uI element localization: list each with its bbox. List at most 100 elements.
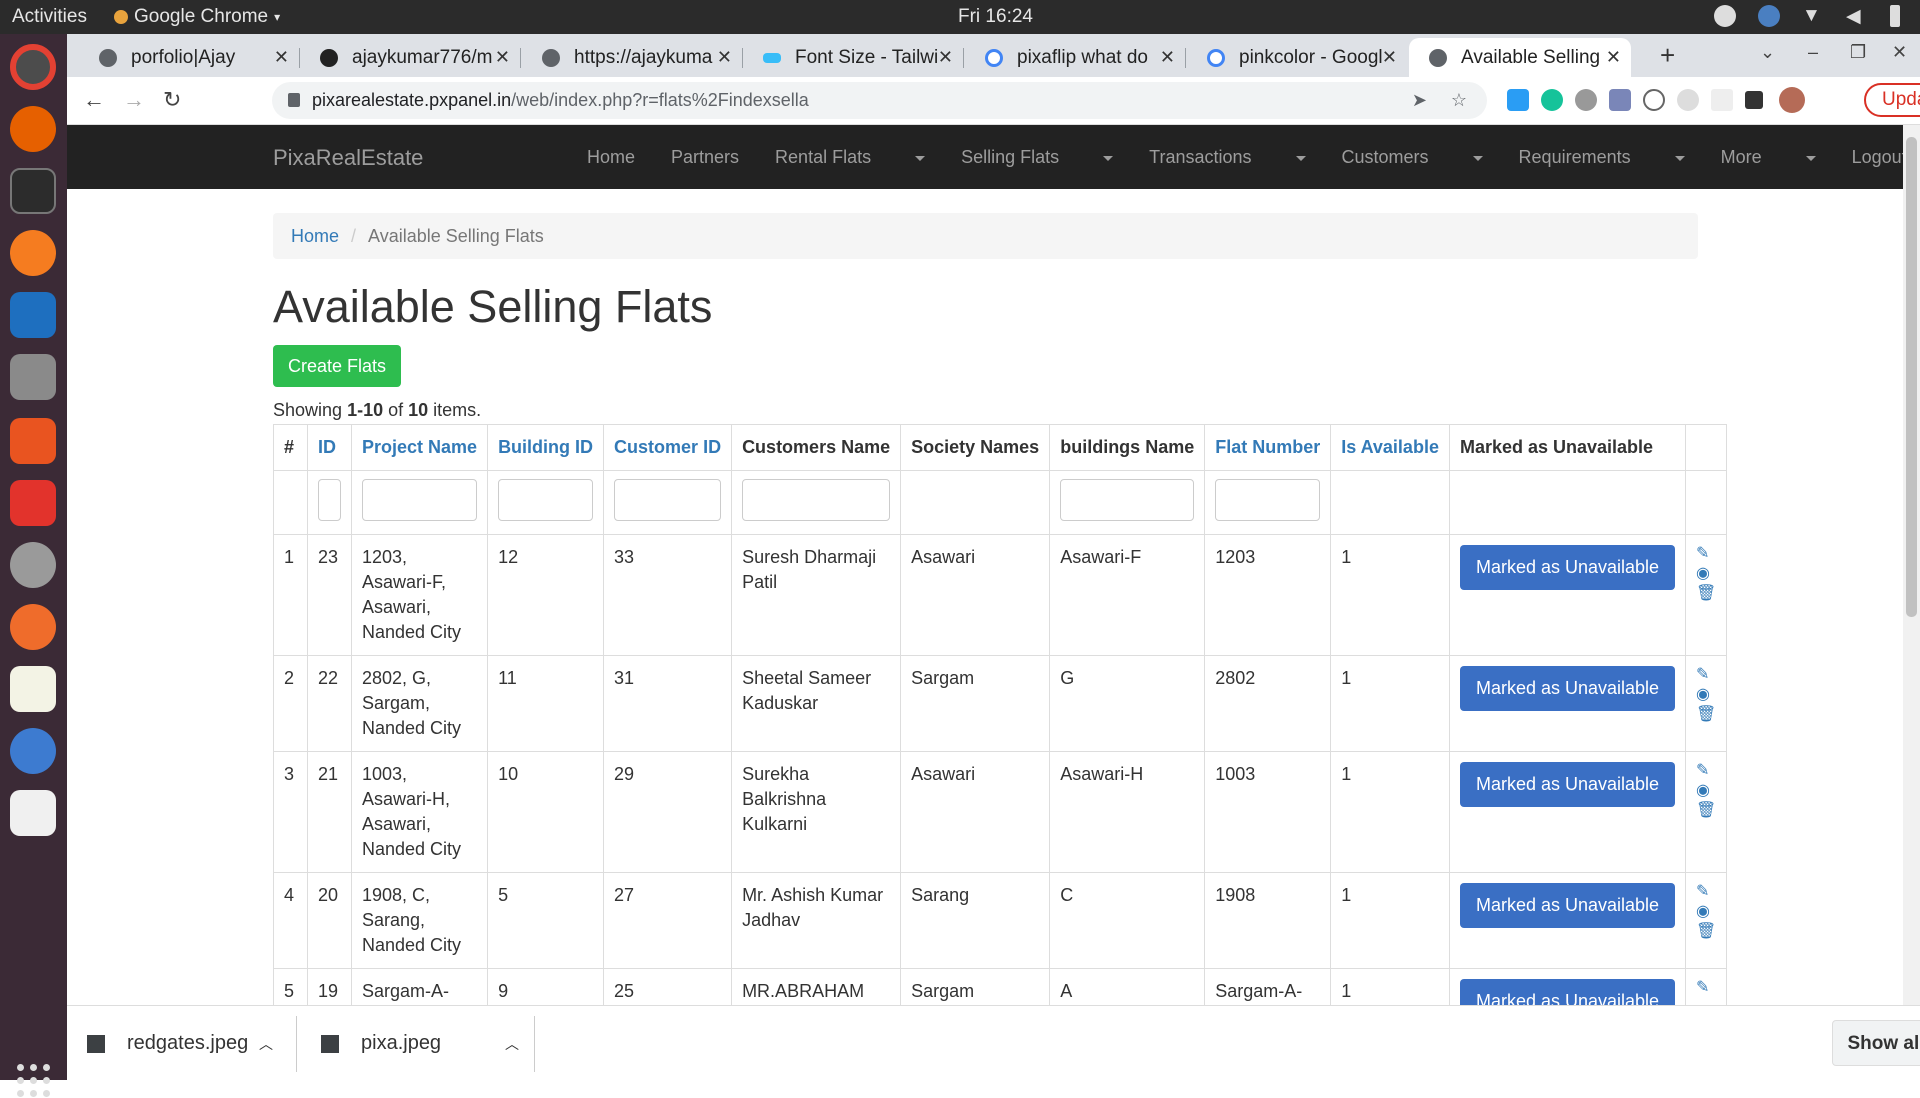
- trash-icon[interactable]: 🗑: [1696, 802, 1716, 819]
- page-scrollbar[interactable]: [1903, 125, 1920, 1005]
- pencil-icon[interactable]: ✎: [1696, 762, 1716, 779]
- tab[interactable]: porfolio|Ajay ✕: [79, 38, 300, 77]
- trash-icon[interactable]: 🗑: [1696, 585, 1716, 602]
- nav-partners[interactable]: Partners: [671, 147, 739, 168]
- chevron-up-icon[interactable]: ︿: [505, 1034, 519, 1054]
- col-header-customer-id[interactable]: Customer ID: [603, 424, 733, 471]
- trash-icon[interactable]: 🗑: [1696, 923, 1716, 940]
- create-flats-button[interactable]: Create Flats: [273, 345, 401, 387]
- vscode-dock-icon[interactable]: [10, 292, 56, 338]
- filter-customers-name-input[interactable]: [742, 479, 891, 521]
- filter-flat-number-input[interactable]: [1215, 479, 1321, 521]
- show-all-button[interactable]: Show all: [1832, 1020, 1920, 1066]
- maximize-icon[interactable]: ❐: [1850, 42, 1866, 63]
- settings-dock-icon[interactable]: [10, 542, 56, 588]
- forward-icon[interactable]: →: [123, 87, 145, 113]
- scrollbar-thumb[interactable]: [1906, 137, 1917, 617]
- trash-icon[interactable]: 🗑: [1696, 706, 1716, 723]
- qbittorrent-tray-icon[interactable]: [1758, 5, 1780, 27]
- mark-unavailable-button[interactable]: Marked as Unavailable: [1459, 979, 1676, 1005]
- filter-building-id-input[interactable]: [498, 479, 594, 521]
- nav-home[interactable]: Home: [587, 147, 635, 168]
- software-dock-icon[interactable]: [10, 418, 56, 464]
- col-header-flat-number[interactable]: Flat Number: [1204, 424, 1332, 471]
- volume-icon[interactable]: ◀: [1846, 5, 1868, 27]
- col-header-is-available[interactable]: Is Available: [1330, 424, 1450, 471]
- eye-icon[interactable]: ◉: [1696, 903, 1716, 920]
- close-icon[interactable]: ✕: [717, 47, 732, 68]
- firefox-dock-icon[interactable]: [10, 106, 56, 152]
- globe-extension-icon[interactable]: [1575, 89, 1597, 111]
- breadcrumb-home[interactable]: Home: [291, 226, 339, 246]
- puzzle-icon[interactable]: [1745, 91, 1763, 109]
- anydesk-dock-icon[interactable]: [10, 480, 56, 526]
- download-item[interactable]: pixa.jpeg ︿: [321, 1006, 521, 1081]
- extension-icon[interactable]: [1711, 89, 1733, 111]
- firefox-dev-dock-icon[interactable]: [10, 230, 56, 276]
- system-tray[interactable]: ▼ ◀: [1714, 5, 1900, 27]
- tab[interactable]: https://ajaykuma ✕: [522, 38, 743, 77]
- reload-icon[interactable]: ↻: [163, 87, 181, 113]
- filter-buildings-name-input[interactable]: [1060, 479, 1195, 521]
- pencil-icon[interactable]: ✎: [1696, 545, 1716, 562]
- tab[interactable]: Font Size - Tailwi ✕: [743, 38, 964, 77]
- pencil-icon[interactable]: ✎: [1696, 883, 1716, 900]
- clock[interactable]: Fri 16:24: [958, 6, 1033, 28]
- chevron-up-icon[interactable]: ︿: [259, 1034, 273, 1054]
- tab-active[interactable]: Available Selling ✕: [1409, 38, 1631, 77]
- address-bar[interactable]: pixarealestate.pxpanel.in/web/index.php?…: [272, 82, 1487, 119]
- nav-logout[interactable]: Logout (broker): [1852, 147, 1903, 168]
- battery-icon[interactable]: [1890, 5, 1900, 27]
- window-close-icon[interactable]: ✕: [1892, 42, 1907, 63]
- col-header-id[interactable]: ID: [307, 424, 352, 471]
- mark-unavailable-button[interactable]: Marked as Unavailable: [1459, 545, 1676, 590]
- nav-selling-flats[interactable]: Selling Flats: [961, 147, 1114, 168]
- postman-dock-icon[interactable]: [10, 604, 56, 650]
- pencil-icon[interactable]: ✎: [1696, 979, 1716, 996]
- tab[interactable]: pinkcolor - Googl ✕: [1187, 38, 1407, 77]
- back-icon[interactable]: ←: [83, 87, 105, 113]
- eye-icon[interactable]: ◉: [1696, 686, 1716, 703]
- close-icon[interactable]: ✕: [938, 47, 953, 68]
- close-icon[interactable]: ✕: [274, 47, 289, 68]
- close-icon[interactable]: ✕: [1382, 47, 1397, 68]
- nav-requirements[interactable]: Requirements: [1519, 147, 1685, 168]
- tab-search-icon[interactable]: ⌄: [1760, 42, 1775, 63]
- mark-unavailable-button[interactable]: Marked as Unavailable: [1459, 666, 1676, 711]
- extension-fonts-icon[interactable]: [1507, 89, 1529, 111]
- activities-button[interactable]: Activities: [12, 6, 87, 28]
- grammarly-icon[interactable]: [1541, 89, 1563, 111]
- minimize-icon[interactable]: –: [1808, 42, 1818, 63]
- vue-extension-icon[interactable]: [1677, 89, 1699, 111]
- new-tab-button[interactable]: +: [1660, 40, 1675, 71]
- nav-more[interactable]: More: [1721, 147, 1816, 168]
- php-extension-icon[interactable]: [1609, 89, 1631, 111]
- pencil-icon[interactable]: ✎: [1696, 666, 1716, 683]
- app-menu[interactable]: Google Chrome ▾: [114, 6, 280, 28]
- show-applications-icon[interactable]: [17, 1064, 51, 1098]
- extension-icon[interactable]: [1643, 89, 1665, 111]
- accessibility-icon[interactable]: [1714, 5, 1736, 27]
- close-icon[interactable]: ✕: [1160, 47, 1175, 68]
- filter-id-input[interactable]: [318, 479, 341, 521]
- mark-unavailable-button[interactable]: Marked as Unavailable: [1459, 883, 1676, 928]
- eye-icon[interactable]: ◉: [1696, 782, 1716, 799]
- nav-customers[interactable]: Customers: [1342, 147, 1483, 168]
- eye-icon[interactable]: ◉: [1696, 565, 1716, 582]
- col-header-project-name[interactable]: Project Name: [350, 424, 489, 471]
- filter-customer-id-input[interactable]: [614, 479, 722, 521]
- chrome-dock-icon[interactable]: [10, 44, 56, 90]
- text-editor-dock-icon[interactable]: [10, 666, 56, 712]
- terminal-dock-icon[interactable]: [10, 168, 56, 214]
- close-icon[interactable]: ✕: [495, 47, 510, 68]
- filter-project-name-input[interactable]: [362, 479, 478, 521]
- mark-unavailable-button[interactable]: Marked as Unavailable: [1459, 762, 1676, 807]
- download-item[interactable]: redgates.jpeg ︿: [87, 1006, 287, 1081]
- files-dock-icon[interactable]: [10, 354, 56, 400]
- document-viewer-dock-icon[interactable]: [10, 790, 56, 836]
- send-tab-icon[interactable]: ➤: [1412, 82, 1427, 119]
- nav-transactions[interactable]: Transactions: [1149, 147, 1306, 168]
- update-button[interactable]: Update⋮: [1864, 83, 1920, 117]
- qbittorrent-dock-icon[interactable]: [10, 728, 56, 774]
- close-icon[interactable]: ✕: [1606, 47, 1621, 68]
